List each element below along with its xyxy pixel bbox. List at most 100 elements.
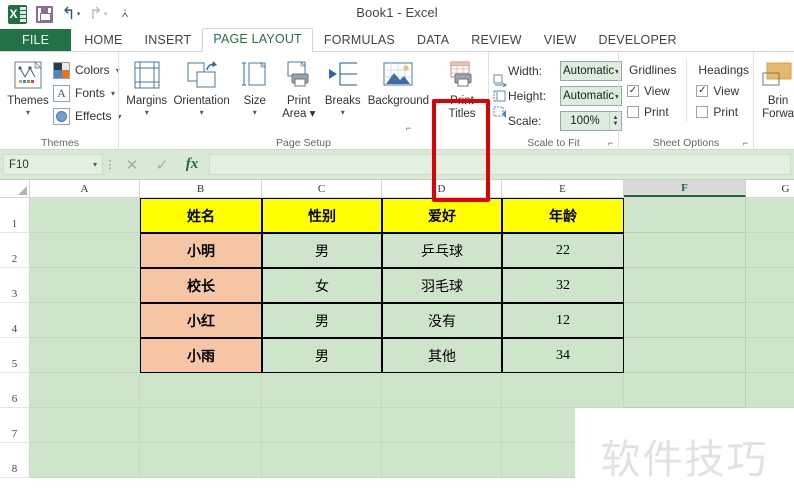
cell-b4[interactable]: 小红	[140, 303, 262, 338]
cell-g4[interactable]	[746, 303, 794, 338]
cell-a4[interactable]	[30, 303, 140, 338]
fonts-button[interactable]: A Fonts ▾	[50, 82, 124, 104]
cell-a6[interactable]	[30, 373, 140, 408]
cell-c5[interactable]: 男	[262, 338, 382, 373]
cell-g6[interactable]	[746, 373, 794, 408]
cell-e2[interactable]: 22	[502, 233, 624, 268]
cell-f6[interactable]	[624, 373, 746, 408]
bring-forward-button[interactable]: Brin Forwa	[758, 57, 794, 123]
cancel-icon[interactable]: ✕	[117, 154, 147, 176]
cell-a3[interactable]	[30, 268, 140, 303]
size-caret[interactable]: ▾	[253, 109, 257, 117]
cell-d6[interactable]	[382, 373, 502, 408]
cell-e6[interactable]	[502, 373, 624, 408]
cell-f5[interactable]	[624, 338, 746, 373]
cell-a7[interactable]	[30, 408, 140, 443]
cell-d2[interactable]: 乒乓球	[382, 233, 502, 268]
select-all-corner[interactable]	[0, 180, 30, 197]
row-header-7[interactable]: 7	[0, 408, 30, 443]
cell-f3[interactable]	[624, 268, 746, 303]
gridlines-print-checkbox[interactable]: Print	[627, 101, 676, 122]
cell-a2[interactable]	[30, 233, 140, 268]
orientation-caret[interactable]: ▾	[200, 109, 204, 117]
cell-b6[interactable]	[140, 373, 262, 408]
themes-button[interactable]: Themes ▾	[6, 57, 50, 119]
insert-function-icon[interactable]: fx	[177, 154, 207, 176]
tab-page-layout[interactable]: PAGE LAYOUT	[202, 28, 313, 52]
gridlines-view-checkbox[interactable]: ✓ View	[627, 80, 676, 101]
cell-e1[interactable]: 年龄	[502, 198, 624, 233]
tab-file[interactable]: FILE	[0, 29, 72, 52]
cell-d8[interactable]	[382, 443, 502, 478]
row-header-3[interactable]: 3	[0, 268, 30, 303]
fonts-caret[interactable]: ▾	[111, 89, 115, 98]
cell-b1[interactable]: 姓名	[140, 198, 262, 233]
tab-formulas[interactable]: FORMULAS	[313, 29, 406, 52]
cell-c3[interactable]: 女	[262, 268, 382, 303]
tab-data[interactable]: DATA	[406, 29, 460, 52]
cell-d7[interactable]	[382, 408, 502, 443]
colors-button[interactable]: Colors ▾	[50, 59, 124, 81]
cell-d3[interactable]: 羽毛球	[382, 268, 502, 303]
scale-to-fit-dialog-launcher[interactable]: ⌐	[605, 138, 616, 149]
cell-b7[interactable]	[140, 408, 262, 443]
cell-c6[interactable]	[262, 373, 382, 408]
row-header-5[interactable]: 5	[0, 338, 30, 373]
cell-a1[interactable]	[30, 198, 140, 233]
cell-f2[interactable]	[624, 233, 746, 268]
cell-c2[interactable]: 男	[262, 233, 382, 268]
themes-dropdown-caret[interactable]: ▾	[26, 109, 30, 117]
name-box-caret-icon[interactable]: ▾	[93, 160, 97, 169]
cell-c1[interactable]: 性别	[262, 198, 382, 233]
margins-button[interactable]: Margins ▾	[123, 57, 170, 119]
row-header-6[interactable]: 6	[0, 373, 30, 408]
print-area-button[interactable]: Print Area ▾	[277, 57, 321, 123]
margins-caret[interactable]: ▾	[145, 109, 149, 117]
cell-c4[interactable]: 男	[262, 303, 382, 338]
column-header-f[interactable]: F	[624, 180, 746, 197]
row-header-1[interactable]: 1	[0, 198, 30, 233]
row-header-8[interactable]: 8	[0, 443, 30, 478]
column-header-e[interactable]: E	[502, 180, 624, 197]
orientation-button[interactable]: Orientation ▾	[170, 57, 232, 119]
cell-b2[interactable]: 小明	[140, 233, 262, 268]
cell-a8[interactable]	[30, 443, 140, 478]
tab-view[interactable]: VIEW	[533, 29, 588, 52]
column-header-b[interactable]: B	[140, 180, 262, 197]
print-titles-button[interactable]: Print Titles	[440, 57, 484, 123]
cell-d1[interactable]: 爱好	[382, 198, 502, 233]
cell-e4[interactable]: 12	[502, 303, 624, 338]
sheet-options-dialog-launcher[interactable]: ⌐	[740, 138, 751, 149]
breaks-caret[interactable]: ▾	[341, 109, 345, 117]
cell-c8[interactable]	[262, 443, 382, 478]
headings-print-checkbox[interactable]: Print	[696, 101, 749, 122]
column-header-d[interactable]: D	[382, 180, 502, 197]
cell-g5[interactable]	[746, 338, 794, 373]
cell-d5[interactable]: 其他	[382, 338, 502, 373]
tab-review[interactable]: REVIEW	[460, 29, 533, 52]
cell-g2[interactable]	[746, 233, 794, 268]
height-combo[interactable]: Automatic ▾	[560, 86, 622, 106]
cell-a5[interactable]	[30, 338, 140, 373]
cell-b5[interactable]: 小雨	[140, 338, 262, 373]
cell-f1[interactable]	[624, 198, 746, 233]
column-header-c[interactable]: C	[262, 180, 382, 197]
cell-c7[interactable]	[262, 408, 382, 443]
effects-button[interactable]: Effects ▾	[50, 105, 124, 127]
breaks-button[interactable]: Breaks ▾	[321, 57, 365, 119]
cell-g1[interactable]	[746, 198, 794, 233]
size-button[interactable]: Size ▾	[233, 57, 277, 119]
row-header-2[interactable]: 2	[0, 233, 30, 268]
background-button[interactable]: Background	[365, 57, 432, 110]
enter-icon[interactable]: ✓	[147, 154, 177, 176]
column-header-g[interactable]: G	[746, 180, 794, 197]
cell-f4[interactable]	[624, 303, 746, 338]
cell-d4[interactable]: 没有	[382, 303, 502, 338]
width-combo[interactable]: Automatic ▾	[560, 61, 622, 81]
cell-b3[interactable]: 校长	[140, 268, 262, 303]
tab-home[interactable]: HOME	[73, 29, 133, 52]
cell-e3[interactable]: 32	[502, 268, 624, 303]
cell-g3[interactable]	[746, 268, 794, 303]
scale-stepper[interactable]: 100% ▲ ▼	[560, 111, 622, 131]
cell-b8[interactable]	[140, 443, 262, 478]
